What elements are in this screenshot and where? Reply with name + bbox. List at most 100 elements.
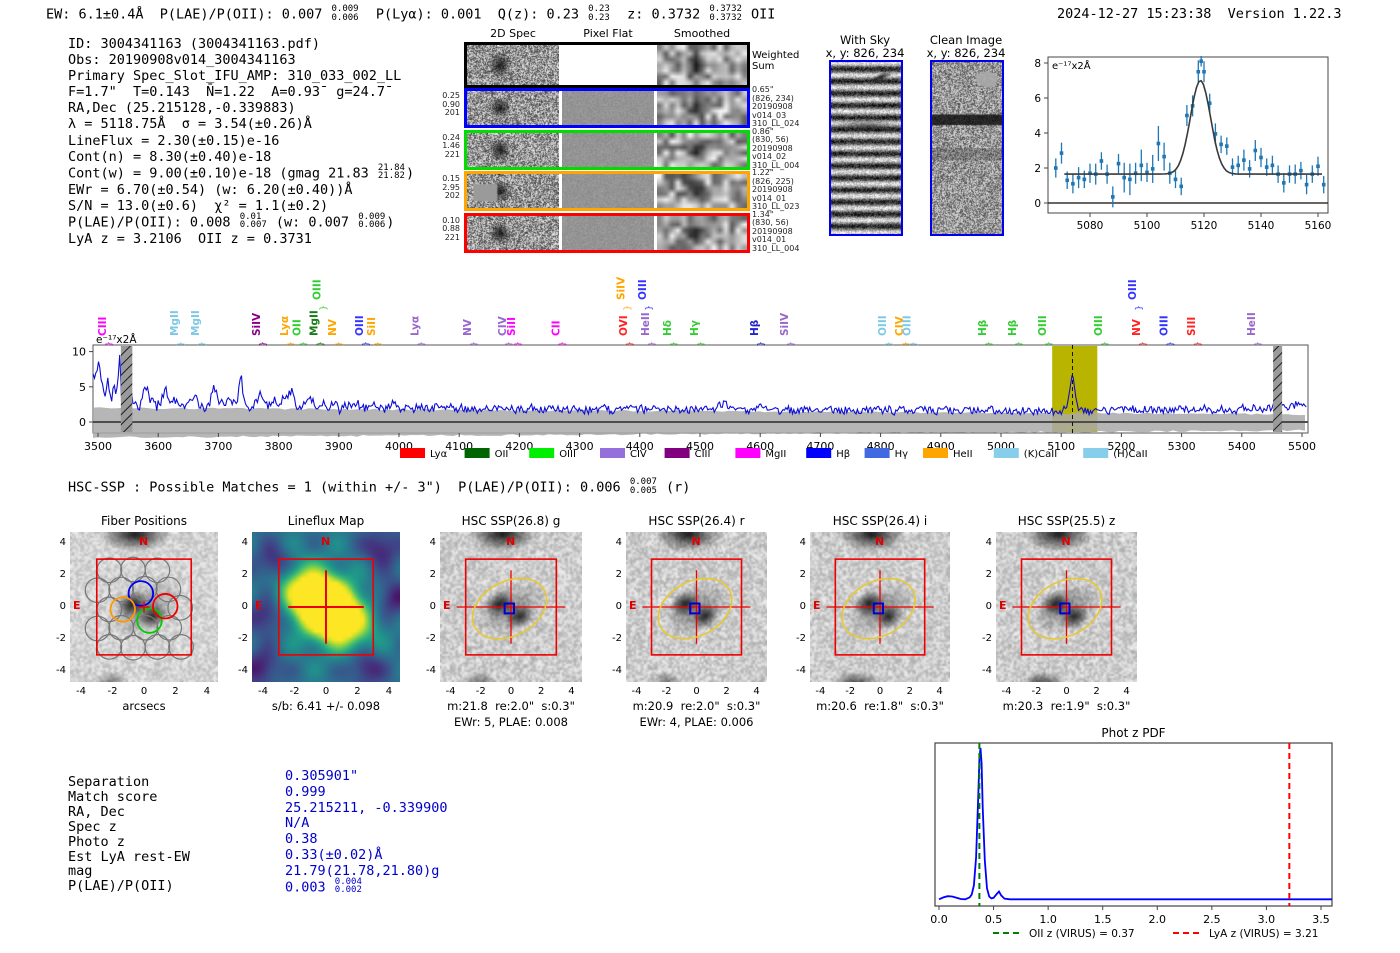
emission-line-brace: { <box>1192 341 1202 347</box>
cutout-y-tick-label: 4 <box>615 537 622 549</box>
legend-label: Hβ <box>836 449 850 460</box>
cutout-overlay <box>642 558 751 656</box>
inset-data-point <box>1059 151 1064 155</box>
cutout-caption: EWr: 4, PLAE: 0.006 <box>639 715 754 729</box>
inset-data-point <box>1179 184 1183 189</box>
photz-x-tick-label: 1.0 <box>1039 913 1057 926</box>
cutout-title: HSC SSP(26.4) r <box>648 514 745 528</box>
emission-line-brace: { <box>1013 341 1023 347</box>
match-row-value: 0.305901" <box>285 768 359 784</box>
emission-line-label: NV <box>1131 318 1143 336</box>
legend-label: CIII <box>695 449 711 460</box>
emission-line-label: SiIV <box>779 312 791 336</box>
emission-line-brace: { <box>1133 305 1143 311</box>
legend-swatch <box>735 448 761 458</box>
inset-data-point <box>1150 167 1155 171</box>
emission-line-brace: { <box>983 341 993 347</box>
emission-line-brace: { <box>1043 341 1053 347</box>
cutout-x-tick-label: 2 <box>723 686 730 697</box>
legend-label: (K)CaII <box>1024 449 1057 460</box>
emission-line-brace: { <box>622 305 632 311</box>
sky-panel-title: Clean Image <box>929 33 1003 47</box>
match-row-label: Photo z <box>68 833 125 850</box>
photz-x-tick-label: 3.0 <box>1258 913 1276 926</box>
compass-north-label: N <box>875 535 885 548</box>
emission-line-label: SiIV <box>616 276 628 300</box>
cutout-x-tick-label: -2 <box>1031 686 1042 697</box>
emission-line-label: OIII <box>877 315 889 336</box>
photz-x-tick-label: 2.5 <box>1203 913 1221 926</box>
legend-swatch <box>664 448 690 458</box>
legend-label: MgII <box>765 449 786 460</box>
emission-line-label: OIII <box>1093 315 1105 336</box>
inset-data-point <box>1242 158 1246 162</box>
photz-x-tick-label: 2.0 <box>1149 913 1167 926</box>
cutout-y-tick-label: 2 <box>799 569 806 581</box>
cutout-xlabel: m:20.6 re:1.8" s:0.3" <box>816 699 944 713</box>
cutout-x-tick-label: 0 <box>876 686 884 697</box>
legend-swatch <box>993 448 1019 458</box>
match-row-value: 21.79(21.78,21.80)g <box>285 862 440 879</box>
photz-x-tick-label: 0.5 <box>985 913 1003 926</box>
catalog-ellipse <box>841 577 916 640</box>
spectrum-x-tick-label: 5400 <box>1228 440 1256 453</box>
inset-data-point <box>1199 59 1203 64</box>
emission-line-label: OVI <box>618 315 630 336</box>
emission-line-label: OIII <box>1037 315 1049 336</box>
photz-x-tick-label: 0.0 <box>930 913 948 926</box>
inset-data-point <box>1247 167 1252 171</box>
inset-data-point <box>1185 113 1189 118</box>
compass-north-label: N <box>691 535 701 548</box>
photz-legend-label: LyA z (VIRUS) = 3.21 <box>1209 928 1318 940</box>
match-row-value: 0.33(±0.02)Å <box>285 847 383 863</box>
cutout-overlay <box>826 558 934 656</box>
emission-line-label: OIII <box>1127 279 1139 300</box>
inset-x-tick-label: 5160 <box>1305 220 1332 232</box>
legend-swatch <box>806 448 832 458</box>
match-row-label: RA, Dec <box>68 803 125 820</box>
legend-swatch <box>864 448 890 458</box>
inset-x-tick-label: 5120 <box>1191 220 1218 232</box>
emission-line-label: Hβ <box>977 319 989 336</box>
photz-pdf-chart: Phot z PDF 0.0 0.5 1.0 1.5 2.0 2.5 3.0 3.5 OII z … <box>930 726 1333 940</box>
match-row-label: P(LAE)/P(OII) <box>68 878 174 895</box>
cutout-x-tick-label: 2 <box>1093 686 1100 697</box>
cutout-title: HSC SSP(25.5) z <box>1017 514 1116 528</box>
cutout-y-tick-label: 2 <box>985 569 992 581</box>
emission-line-label: HeII <box>1246 312 1258 336</box>
cutout-x-tick-label: 0 <box>693 686 700 697</box>
legend-swatch <box>923 448 948 458</box>
match-row-value: 25.215211, -0.339900 <box>285 799 448 816</box>
cutout-y-tick-label: 2 <box>615 569 622 581</box>
inset-data-point <box>1230 165 1235 169</box>
inset-data-point <box>1236 163 1240 168</box>
emission-line-label: Hβ <box>749 319 761 336</box>
inset-data-point <box>1253 148 1258 153</box>
match-marker-box <box>872 602 884 615</box>
match-row-value: 0.999 <box>285 783 326 800</box>
inset-y-tick-label: 8 <box>1034 58 1041 70</box>
inset-data-point <box>1270 163 1275 168</box>
masked-region-band <box>1273 346 1283 432</box>
inset-data-point <box>1122 175 1126 180</box>
emission-line-label: OIII <box>1159 315 1171 336</box>
emission-line-label: OIII <box>902 315 914 336</box>
match-row-label: Spec z <box>68 818 117 835</box>
photz-legend-label: OII z (VIRUS) = 0.37 <box>1029 928 1135 940</box>
cutout-y-tick-label: -4 <box>982 664 992 676</box>
emission-line-brace: { <box>643 305 653 311</box>
emission-line-brace: { <box>755 341 765 347</box>
sky-panel-coords: x, y: 826, 234 <box>926 46 1006 60</box>
catalog-ellipse <box>657 577 733 640</box>
emission-line-label: Hβ <box>1007 319 1019 336</box>
stacked-uncertainty: 0.007 0.005 <box>629 477 657 496</box>
cutout-y-tick-label: -4 <box>612 664 622 676</box>
emission-line-label: HeII <box>640 312 652 336</box>
spectrum-x-tick-label: 5300 <box>1168 440 1196 453</box>
cutout-y-tick-label: -2 <box>796 632 806 644</box>
match-row-value: 0.003 0.004 0.002 <box>285 876 362 896</box>
compass-east-label: E <box>629 599 637 612</box>
inset-y-tick-label: 6 <box>1034 93 1041 105</box>
photz-title: Phot z PDF <box>1101 726 1165 740</box>
cutout-title: HSC SSP(26.4) i <box>832 514 928 528</box>
